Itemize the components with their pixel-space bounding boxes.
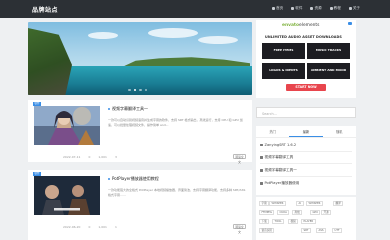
tab-random[interactable]: 随机 [323, 126, 356, 137]
home-icon [272, 7, 276, 10]
post-icon [260, 182, 263, 185]
tag-chip[interactable]: WHISPER [269, 201, 286, 206]
post-meta: 2022-07-11 0 1,001 3 [63, 155, 117, 159]
banner-cloud [88, 32, 118, 39]
carousel-dot[interactable] [128, 88, 131, 91]
tag-cloud: 字幕 WHISPER AI WHISPER 翻译 FFMPEG CUDA 离线 … [256, 197, 356, 240]
post-views: 1,001 [98, 225, 107, 229]
banner-cloud [148, 28, 198, 38]
tag-chip[interactable]: ASS [316, 228, 327, 233]
nav-item-about[interactable]: 关于 [348, 6, 360, 11]
banner-cloud [198, 36, 238, 44]
post-thumbnail[interactable] [34, 106, 100, 145]
divider [260, 163, 352, 164]
bullet-icon [108, 108, 110, 110]
tag-chip[interactable]: GPU [310, 210, 321, 215]
nav-item-resources[interactable]: 资源 [310, 6, 322, 11]
post-date: 2022-07-11 [63, 155, 81, 159]
tag-chip[interactable]: PLAYER [301, 219, 316, 224]
ad-tile[interactable]: FREE ITEMS [262, 43, 305, 59]
nav-item-home[interactable]: 首页 [272, 6, 283, 11]
main-nav: 首页 软件 资源 教程 关于 [272, 6, 360, 11]
search-input[interactable]: Search... [256, 107, 356, 118]
ad-cta-button[interactable]: START NOW [286, 84, 326, 91]
tag-chip[interactable]: FFMPEG [259, 210, 275, 215]
post-likes: 3 [114, 155, 117, 159]
ad-tile[interactable]: AMBIENT AND MOOD [307, 63, 350, 79]
tag-chip[interactable]: 翻译 [333, 201, 344, 206]
tag-chip[interactable]: 视频 [288, 219, 299, 224]
tag-chip[interactable]: 下载 [259, 219, 270, 224]
top-navbar: 品牌站点 首页 软件 资源 教程 关于 [0, 0, 390, 18]
widget-post-link[interactable]: PotPlayer播放器使用 [260, 181, 299, 186]
post-thumbnail-image [34, 106, 100, 145]
tag-chip[interactable]: SRT [301, 228, 311, 233]
divider [260, 151, 352, 152]
post-date: 2022-06-20 [63, 225, 81, 229]
widget-tabs: 热门 最新 随机 [256, 126, 356, 138]
ad-tile[interactable]: LOGOS & IDENTS [262, 63, 305, 79]
tag-chip[interactable]: 字幕 [259, 201, 270, 206]
tag-chip[interactable]: CUDA [277, 210, 290, 215]
post-comments: 0 [88, 225, 91, 229]
widget-post-link[interactable]: 视频字幕翻译工具 [260, 155, 293, 160]
sidebar-ad[interactable]: envatoelements UNLIMITED AUDIO ASSET DOW… [256, 20, 356, 98]
carousel-dot-active[interactable] [133, 88, 136, 91]
post-icon [260, 156, 263, 159]
carousel-dot[interactable] [139, 88, 142, 91]
tab-popular[interactable]: 热门 [256, 126, 289, 137]
divider [260, 176, 352, 177]
info-icon [348, 7, 352, 10]
post-views: 1,001 [98, 155, 107, 159]
bullet-icon [108, 178, 110, 180]
post-meta: 2022-06-20 0 1,001 1 [63, 225, 117, 229]
site-logo[interactable]: 品牌站点 [32, 5, 58, 14]
tag-chip[interactable]: TOOL [272, 219, 285, 224]
adchoices-icon[interactable] [348, 22, 352, 25]
post-thumbnail-image [34, 176, 100, 215]
post-title[interactable]: PotPlayer播放器使用教程 [108, 176, 159, 182]
tag-chip[interactable]: 离线 [292, 210, 303, 215]
post-comments: 0 [88, 155, 91, 159]
tag-chip[interactable]: UTF [332, 228, 342, 233]
post-icon [260, 169, 263, 172]
post-title[interactable]: 视频字幕翻译工具一 [108, 106, 148, 112]
tag-chip[interactable]: 开源 [321, 210, 332, 215]
tag-chip[interactable]: 语音识别 [259, 228, 275, 233]
read-more-button[interactable]: 阅读全文 [233, 154, 246, 164]
post-thumbnail[interactable] [34, 176, 100, 215]
tab-latest[interactable]: 最新 [289, 126, 323, 137]
search-placeholder: Search... [262, 111, 277, 116]
sidebar-tab-widget: 热门 最新 随机 ZanyingSRT 1.6.2 视频字幕翻译工具 视频字幕翻… [256, 126, 356, 195]
widget-post-link[interactable]: 视频字幕翻译工具一 [260, 168, 297, 173]
post-card: 软件 视频字幕翻译工具一 一款可以自动识别视频语音并生成字幕的软件，支持 SRT… [28, 100, 252, 164]
carousel-dots [128, 88, 147, 91]
ad-tile[interactable]: MUSIC TRACKS [307, 43, 350, 59]
post-likes: 1 [114, 225, 117, 229]
ad-brand: envatoelements [282, 23, 320, 28]
book-icon [329, 7, 333, 10]
post-card: 软件 PotPlayer播放器使用教程 一款功能强大的全格式 PotPlayer… [28, 170, 252, 240]
carousel-dot[interactable] [144, 88, 147, 91]
post-excerpt: 一款功能强大的全格式 PotPlayer 本地视频播放器，界面简洁，支持字幕翻译… [108, 188, 246, 197]
nav-item-software[interactable]: 软件 [291, 6, 302, 11]
post-icon [260, 143, 263, 147]
read-more-button[interactable]: 阅读全文 [233, 224, 246, 234]
grid-icon [310, 7, 314, 10]
nav-item-tutorials[interactable]: 教程 [329, 6, 341, 11]
post-excerpt: 一款可以自动识别视频语音并生成字幕的软件，支持 SRT 格式输出，离线运行，支持… [108, 118, 243, 127]
tag-chip[interactable]: AI [296, 201, 304, 206]
ad-headline: UNLIMITED AUDIO ASSET DOWNLOADS [265, 35, 342, 39]
tag-chip[interactable]: WHISPER [306, 201, 323, 206]
wrench-icon [291, 7, 295, 10]
widget-post-link[interactable]: ZanyingSRT 1.6.2 [260, 143, 296, 147]
hero-carousel[interactable] [28, 22, 252, 95]
